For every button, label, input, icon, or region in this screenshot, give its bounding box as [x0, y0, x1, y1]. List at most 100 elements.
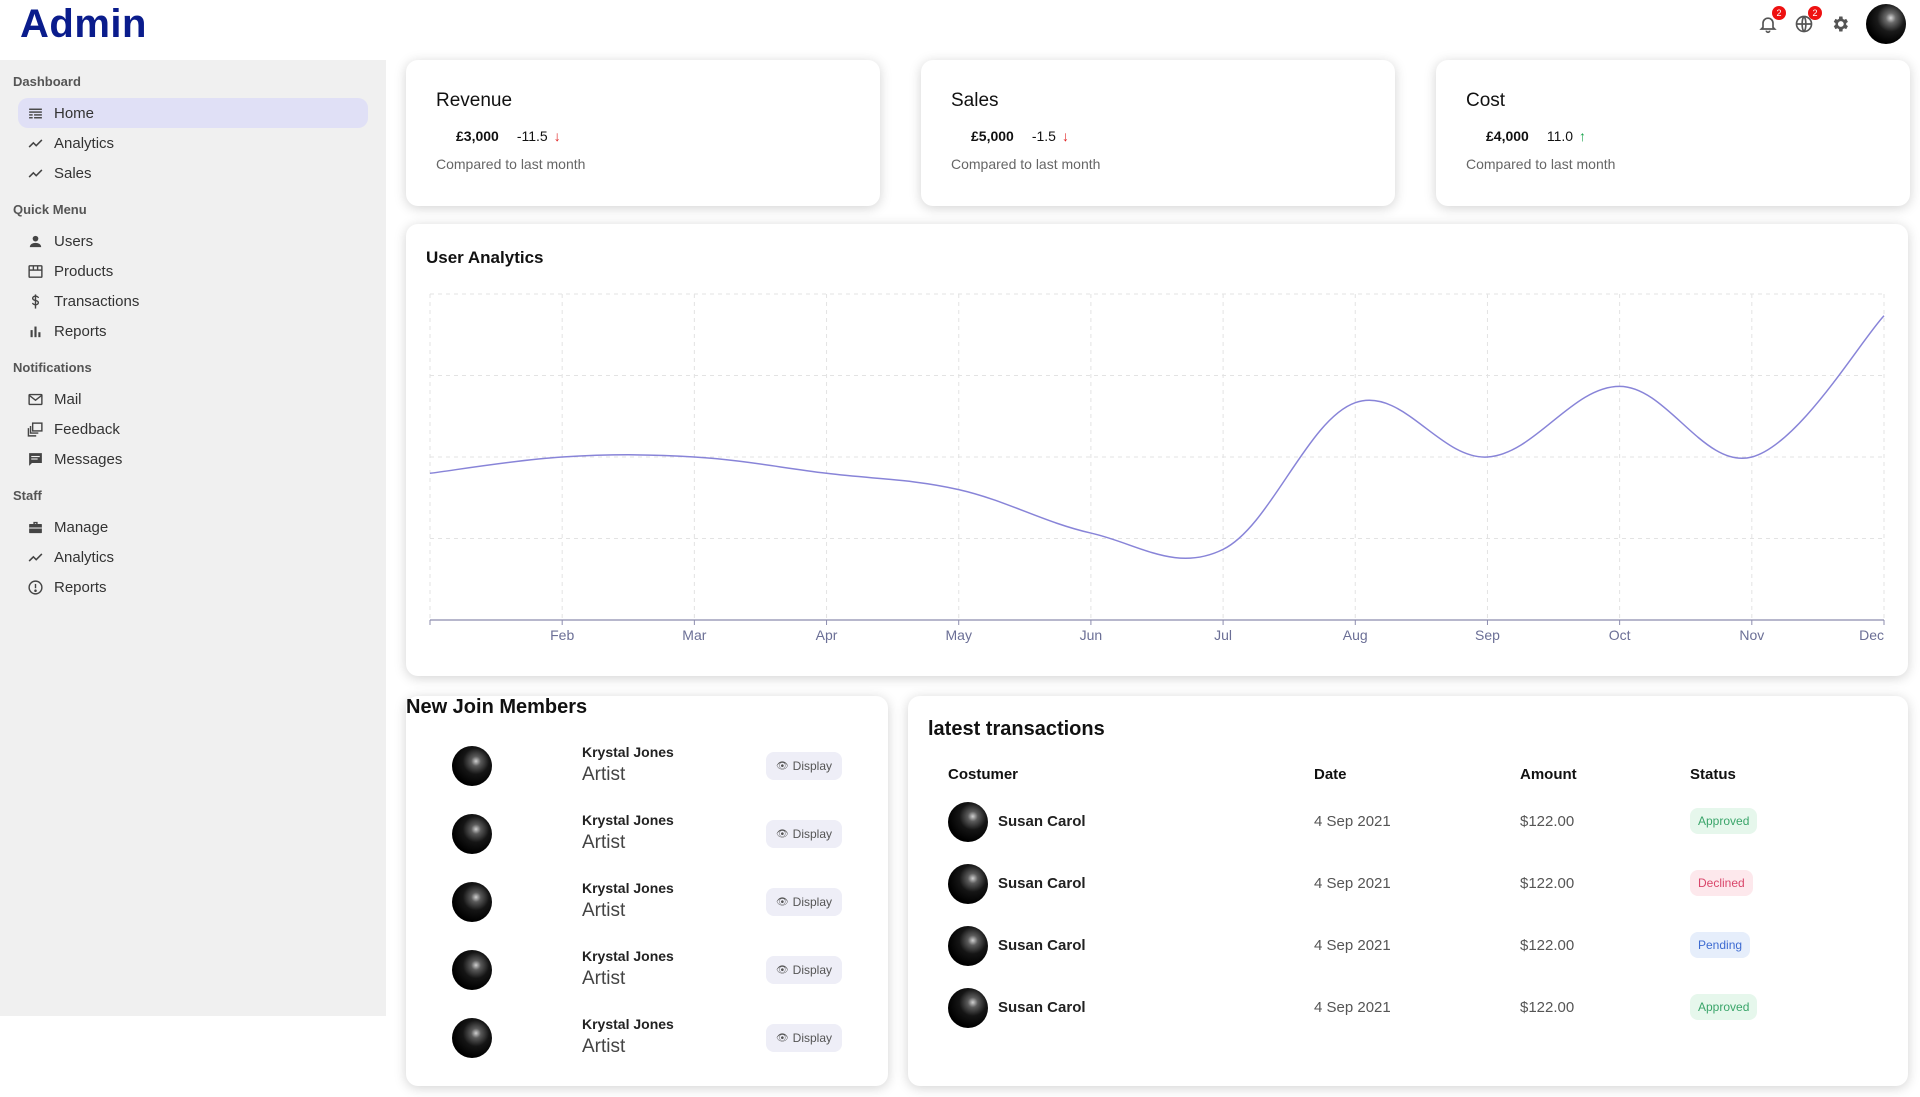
app-logo[interactable]: Admin [20, 2, 147, 47]
display-button[interactable]: 👁 Display [766, 1024, 842, 1052]
member-role: Artist [582, 968, 626, 989]
sidebar-item-users[interactable]: Users [18, 226, 368, 256]
sidebar-item-products[interactable]: Products [18, 256, 368, 286]
globe-icon[interactable]: 2 [1794, 6, 1822, 34]
feature-money: £5,000 [971, 128, 1014, 144]
member-row: Krystal Jones Artist 👁 Display [406, 940, 888, 1000]
sidebar-item-label: Analytics [54, 548, 115, 566]
x-tick-label: Apr [816, 627, 838, 643]
alert-icon [26, 578, 44, 596]
customer-avatar [948, 988, 988, 1028]
sidebar-item-label: Sales [54, 164, 92, 182]
transaction-date: 4 Sep 2021 [1314, 875, 1391, 892]
sidebar-item-messages[interactable]: Messages [18, 444, 368, 474]
member-avatar [452, 1018, 492, 1058]
series-line-user-analytics [429, 315, 1885, 559]
customer-avatar [948, 864, 988, 904]
sidebar-item-sales[interactable]: Sales [18, 158, 368, 188]
sidebar-item-reports[interactable]: Reports [18, 572, 368, 602]
sidebar-section-title: Notifications [13, 360, 92, 375]
sidebar-item-feedback[interactable]: Feedback [18, 414, 368, 444]
customer-name: Susan Carol [998, 875, 1086, 892]
feature-rate: -11.5 [516, 128, 548, 144]
sidebar-item-manage[interactable]: Manage [18, 512, 368, 542]
revenue-card: Revenue £3,000 -11.5 ↓ Compared to last … [406, 60, 880, 206]
bell-icon[interactable]: 2 [1758, 6, 1786, 34]
sidebar-item-label: Reports [54, 578, 107, 596]
feature-money: £3,000 [456, 128, 499, 144]
column-header-customer: Costumer [948, 766, 1019, 783]
display-button[interactable]: 👁 Display [766, 752, 842, 780]
status-badge[interactable]: Declined [1690, 870, 1753, 896]
customer-name: Susan Carol [998, 937, 1086, 954]
transactions-widget: latest transactions Costumer Date Amount… [908, 696, 1908, 1086]
eye-icon: 👁 [775, 828, 789, 840]
feature-subtitle: Compared to last month [1466, 156, 1616, 172]
customer-avatar [948, 802, 988, 842]
member-name: Krystal Jones [582, 812, 674, 828]
mail-icon [26, 390, 44, 408]
display-button-label: Display [792, 895, 833, 909]
sidebar-item-label: Home [54, 104, 95, 122]
transaction-date: 4 Sep 2021 [1314, 999, 1391, 1016]
trend-icon [26, 548, 44, 566]
x-tick-label: Oct [1609, 627, 1631, 643]
transaction-amount: $122.00 [1520, 875, 1575, 892]
feature-title: Revenue [436, 90, 513, 111]
table-row[interactable]: Susan Carol 4 Sep 2021 $122.00 Declined [948, 864, 1868, 926]
member-avatar [452, 746, 492, 786]
user-analytics-chart: Feb Mar Apr May Jun Jul Aug Sep Oct Nov Dec [429, 293, 1885, 643]
eye-icon: 👁 [775, 1032, 789, 1044]
sidebar-item-home[interactable]: Home [18, 98, 368, 128]
display-button[interactable]: 👁 Display [766, 820, 842, 848]
member-role: Artist [582, 832, 626, 853]
status-badge[interactable]: Pending [1690, 932, 1751, 958]
store-icon [26, 262, 44, 280]
member-avatar [452, 814, 492, 854]
member-avatar [452, 950, 492, 990]
column-header-status: Status [1690, 766, 1736, 783]
sidebar-item-label: Reports [54, 322, 107, 340]
table-row[interactable]: Susan Carol 4 Sep 2021 $122.00 Approved [948, 802, 1868, 864]
member-role: Artist [582, 900, 626, 921]
transaction-amount: $122.00 [1520, 813, 1575, 830]
display-button[interactable]: 👁 Display [766, 888, 842, 916]
user-avatar[interactable] [1866, 4, 1906, 44]
bar-chart-icon [26, 322, 44, 340]
feature-title: Cost [1466, 90, 1506, 111]
status-badge[interactable]: Approved [1690, 994, 1758, 1020]
language-badge: 2 [1808, 6, 1822, 20]
feature-money: £4,000 [1486, 128, 1529, 144]
display-button-label: Display [792, 759, 833, 773]
transaction-amount: $122.00 [1520, 999, 1575, 1016]
sidebar-item-analytics[interactable]: Analytics [18, 128, 368, 158]
top-icons: 2 2 [1758, 2, 1906, 46]
sidebar-item-transactions[interactable]: Transactions [18, 286, 368, 316]
feature-rate: 11.0 [1546, 128, 1574, 144]
display-button[interactable]: 👁 Display [766, 956, 842, 984]
arrow-down-icon: ↓ [1061, 128, 1069, 144]
gear-icon[interactable] [1830, 14, 1850, 34]
trend-icon [26, 164, 44, 182]
transaction-date: 4 Sep 2021 [1314, 937, 1391, 954]
x-tick-label: Sep [1475, 627, 1500, 643]
table-row[interactable]: Susan Carol 4 Sep 2021 $122.00 Pending [948, 926, 1868, 988]
feature-title: Sales [951, 90, 999, 111]
transaction-amount: $122.00 [1520, 937, 1575, 954]
member-row: Krystal Jones Artist 👁 Display [406, 872, 888, 932]
status-badge[interactable]: Approved [1690, 808, 1758, 834]
feature-subtitle: Compared to last month [951, 156, 1101, 172]
x-tick-label: Mar [682, 627, 706, 643]
table-row[interactable]: Susan Carol 4 Sep 2021 $122.00 Approved [948, 988, 1868, 1050]
sidebar-item-mail[interactable]: Mail [18, 384, 368, 414]
feature-subtitle: Compared to last month [436, 156, 586, 172]
arrow-down-icon: ↓ [553, 128, 561, 144]
x-tick-label: Dec [1859, 627, 1884, 643]
top-bar: Admin 2 2 [0, 0, 1920, 60]
briefcase-icon [26, 518, 44, 536]
x-tick-label: May [946, 627, 972, 643]
message-icon [26, 450, 44, 468]
sidebar-item-analytics[interactable]: Analytics [18, 542, 368, 572]
sidebar-section-dashboard: Dashboard Home Analytics Sales [0, 72, 386, 188]
sidebar-item-reports[interactable]: Reports [18, 316, 368, 346]
